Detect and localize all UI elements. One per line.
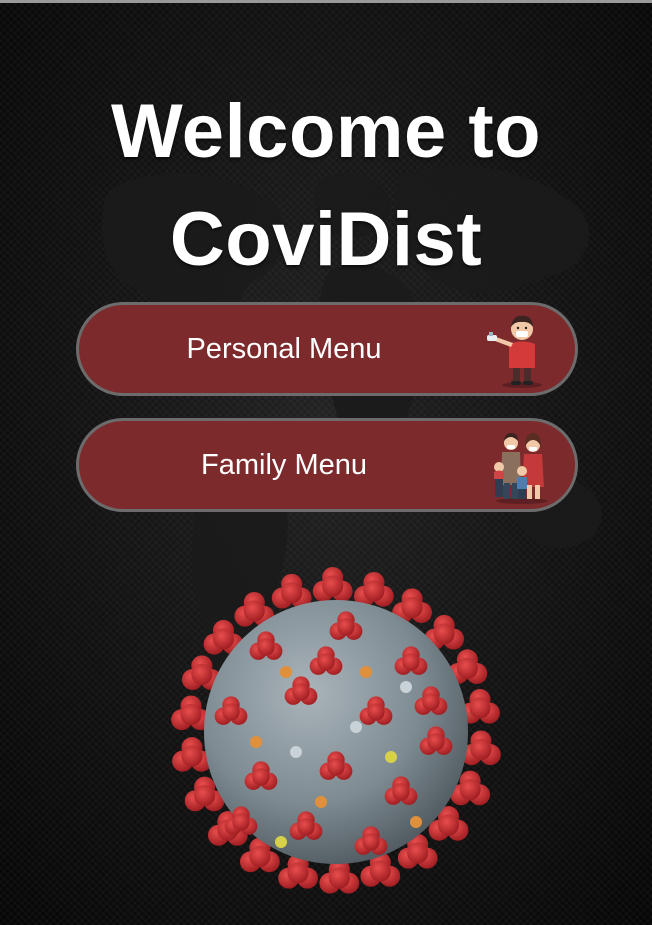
personal-menu-label: Personal Menu bbox=[186, 333, 382, 365]
welcome-title-line1: Welcome to bbox=[110, 89, 542, 174]
personal-menu-button[interactable]: Personal Menu bbox=[76, 302, 578, 396]
person-sanitizer-icon bbox=[487, 315, 542, 388]
family-menu-button[interactable]: Family Menu bbox=[76, 418, 578, 512]
family-icon bbox=[494, 433, 548, 504]
welcome-title: Welcome to CoviDist bbox=[0, 78, 652, 294]
family-menu-label: Family Menu bbox=[201, 449, 367, 481]
welcome-title-line2: CoviDist bbox=[169, 197, 483, 282]
coronavirus-illustration bbox=[171, 566, 501, 894]
app-screen: Welcome to CoviDist Personal Menu Family… bbox=[0, 0, 652, 925]
